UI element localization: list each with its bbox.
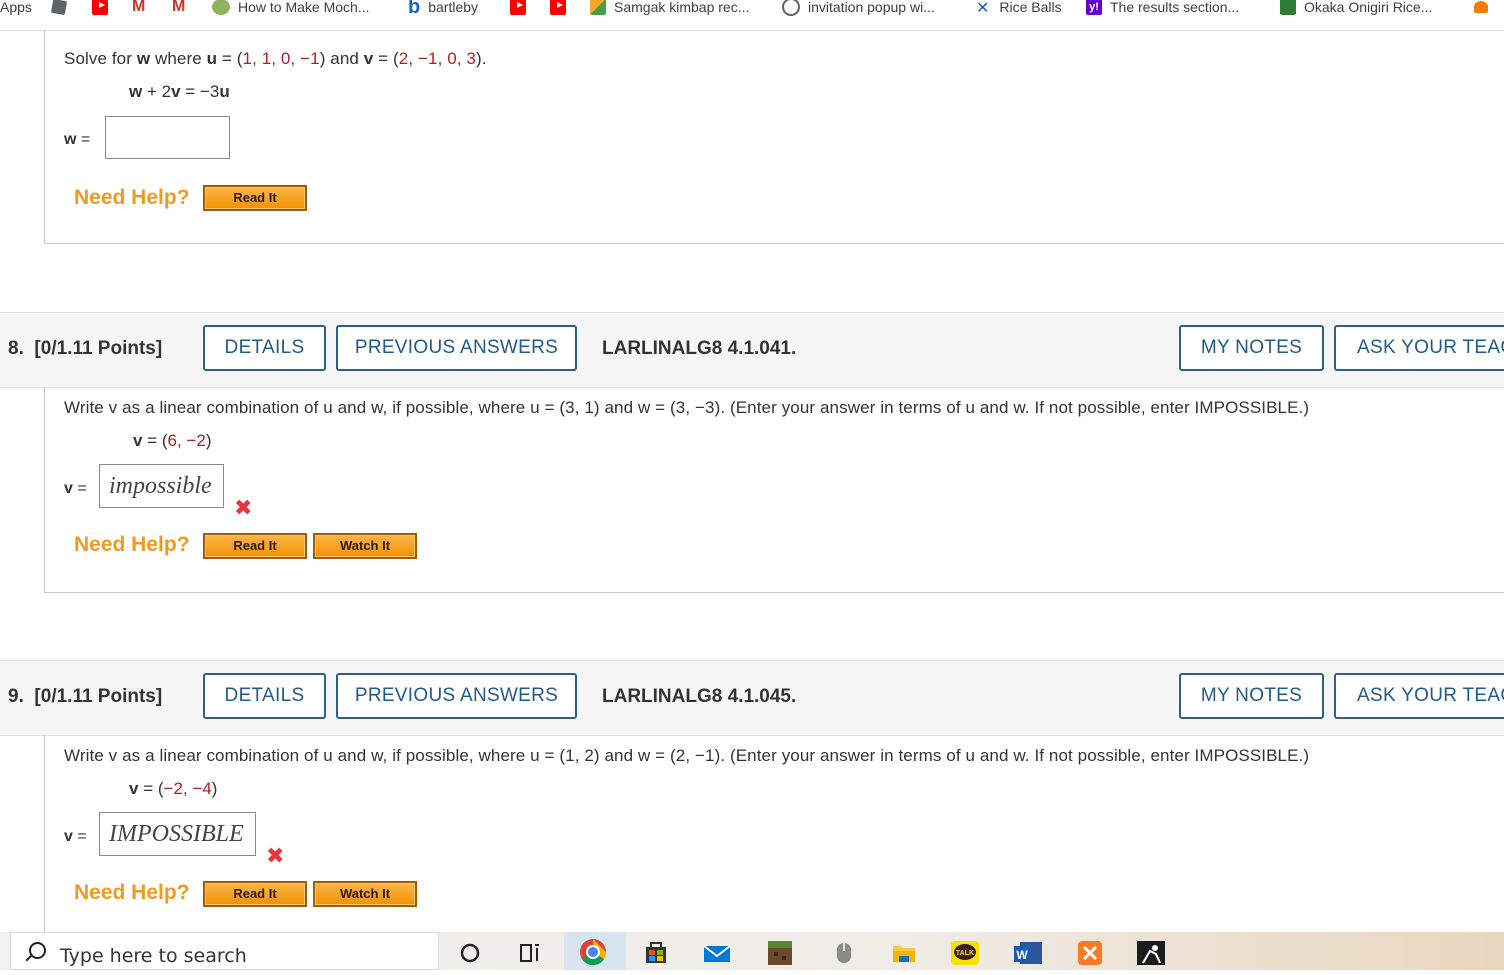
windows-taskbar: Type here to search TALK W — [0, 932, 1504, 970]
question-8-body: Write v as a linear combination of u and… — [44, 387, 1504, 593]
previous-answers-button[interactable]: PREVIOUS ANSWERS — [336, 325, 577, 371]
apps-label: Apps — [0, 0, 32, 15]
answer-input-v[interactable]: IMPOSSIBLE — [99, 812, 256, 856]
watch-it-button[interactable]: Watch It — [313, 533, 417, 559]
bookmark-label: The results section... — [1110, 0, 1240, 15]
read-it-button[interactable]: Read It — [203, 533, 307, 559]
my-notes-button[interactable]: MY NOTES — [1179, 325, 1324, 371]
store-icon[interactable] — [642, 938, 670, 966]
taskbar-search[interactable]: Type here to search — [10, 932, 439, 970]
question-7-equation: w + 2v = −3u — [129, 82, 230, 101]
wikihow-icon — [212, 0, 230, 15]
word-icon[interactable]: W — [1012, 938, 1042, 966]
bookmark-gmail-2[interactable]: M — [172, 0, 185, 20]
yahoo-icon: y! — [1086, 0, 1102, 15]
question-8-header: 8. [0/1.11 Points] DETAILS PREVIOUS ANSW… — [0, 312, 1504, 388]
mail-icon[interactable] — [702, 938, 731, 966]
kakaotalk-icon[interactable]: TALK — [950, 938, 979, 966]
previous-answers-button[interactable]: PREVIOUS ANSWERS — [336, 673, 577, 719]
bookmark-invitation[interactable]: invitation popup wi... — [782, 0, 935, 20]
search-placeholder: Type here to search — [60, 945, 247, 967]
question-8-reference: LARLINALG8 4.1.041. — [602, 338, 797, 359]
task-view-icon[interactable] — [516, 938, 544, 966]
bookmark-youtube-3[interactable] — [550, 0, 574, 20]
gmail-icon: M — [132, 0, 146, 15]
youtube-icon — [550, 0, 566, 15]
need-help-label: Need Help? — [74, 881, 190, 904]
question-7-body: Solve for w where u = (1, 1, 0, −1) and … — [44, 30, 1504, 244]
bookmark-wikihow[interactable]: How to Make Moch... — [212, 0, 370, 20]
answer-label-w: w = — [64, 131, 91, 148]
word-label: W — [1016, 948, 1028, 962]
bookmark-youtube-2[interactable] — [510, 0, 534, 20]
answer-label-v: v = — [64, 828, 87, 845]
bookmark-gmail-1[interactable]: M — [132, 0, 145, 20]
youtube-icon — [510, 0, 526, 15]
bookmark-youtube-1[interactable] — [92, 0, 116, 20]
bookmarks-bar: Apps M M How to Make Moch... b bartleby … — [0, 0, 1504, 31]
pencil-icon — [590, 0, 606, 15]
bookmark-label: invitation popup wi... — [808, 0, 935, 15]
talk-label: TALK — [956, 950, 974, 957]
bookmark-folder-icon — [1474, 1, 1488, 13]
my-notes-button[interactable]: MY NOTES — [1179, 673, 1324, 719]
kindle-icon[interactable] — [1136, 938, 1165, 966]
cortana-icon[interactable] — [456, 938, 484, 966]
bookmark-samgak[interactable]: Samgak kimbap rec... — [590, 0, 749, 20]
question-9-given: v = (−2, −4) — [129, 779, 218, 798]
need-help-label: Need Help? — [74, 533, 190, 556]
question-9-points: 9. [0/1.11 Points] — [8, 686, 163, 707]
bookmark-rice-balls[interactable]: ✕ Rice Balls — [976, 0, 1062, 20]
question-8-given: v = (6, −2) — [133, 431, 212, 450]
need-help-label: Need Help? — [74, 186, 190, 209]
bookmark-label: Rice Balls — [999, 0, 1062, 15]
answer-label-v: v = — [64, 480, 87, 497]
xampp-icon[interactable] — [1076, 938, 1104, 966]
bookmark-okaka[interactable]: Okaka Onigiri Rice... — [1280, 0, 1432, 20]
question-9-reference: LARLINALG8 4.1.045. — [602, 686, 797, 707]
read-it-button[interactable]: Read It — [203, 185, 307, 211]
mouse-icon[interactable] — [830, 938, 858, 966]
onigiri-icon — [1280, 0, 1296, 15]
question-8-points: 8. [0/1.11 Points] — [8, 338, 163, 359]
minecraft-icon[interactable] — [766, 938, 794, 966]
bookmark-generic[interactable] — [50, 0, 74, 20]
bookmark-bartleby[interactable]: b bartleby — [408, 0, 478, 20]
incorrect-icon: ✖ — [266, 844, 285, 869]
globe-icon — [782, 0, 800, 16]
bookmark-label: Samgak kimbap rec... — [614, 0, 750, 15]
answer-input-v[interactable]: impossible — [99, 464, 224, 508]
question-9-prompt: Write v as a linear combination of u and… — [64, 746, 1310, 765]
gmail-icon: M — [172, 0, 186, 15]
details-button[interactable]: DETAILS — [203, 325, 326, 371]
details-button[interactable]: DETAILS — [203, 673, 326, 719]
search-icon — [29, 942, 46, 959]
read-it-button[interactable]: Read It — [203, 881, 307, 907]
question-8-prompt: Write v as a linear combination of u and… — [64, 398, 1310, 417]
bookmark-label: How to Make Moch... — [238, 0, 370, 15]
question-7-prompt: Solve for w where u = (1, 1, 0, −1) and … — [64, 49, 487, 68]
answer-input-w[interactable] — [105, 116, 230, 159]
bartleby-icon: b — [408, 0, 421, 18]
ask-your-teacher-button[interactable]: ASK YOUR TEAC — [1334, 325, 1504, 371]
bookmark-label: bartleby — [428, 0, 479, 15]
file-explorer-icon[interactable] — [890, 938, 918, 966]
question-9-body: Write v as a linear combination of u and… — [44, 735, 1504, 935]
bookmark-more[interactable] — [1474, 0, 1496, 20]
bookmark-box-icon — [50, 0, 68, 16]
watch-it-button[interactable]: Watch It — [313, 881, 417, 907]
utensils-icon: ✕ — [976, 0, 990, 17]
bookmark-label: Okaka Onigiri Rice... — [1304, 0, 1433, 15]
bookmark-yahoo[interactable]: y! The results section... — [1086, 0, 1239, 20]
apps-shortcut[interactable]: Apps — [0, 0, 32, 20]
chrome-taskbar-button[interactable] — [564, 932, 626, 970]
question-9-header: 9. [0/1.11 Points] DETAILS PREVIOUS ANSW… — [0, 660, 1504, 736]
incorrect-icon: ✖ — [234, 496, 253, 521]
ask-your-teacher-button[interactable]: ASK YOUR TEAC — [1334, 673, 1504, 719]
youtube-icon — [92, 0, 108, 15]
